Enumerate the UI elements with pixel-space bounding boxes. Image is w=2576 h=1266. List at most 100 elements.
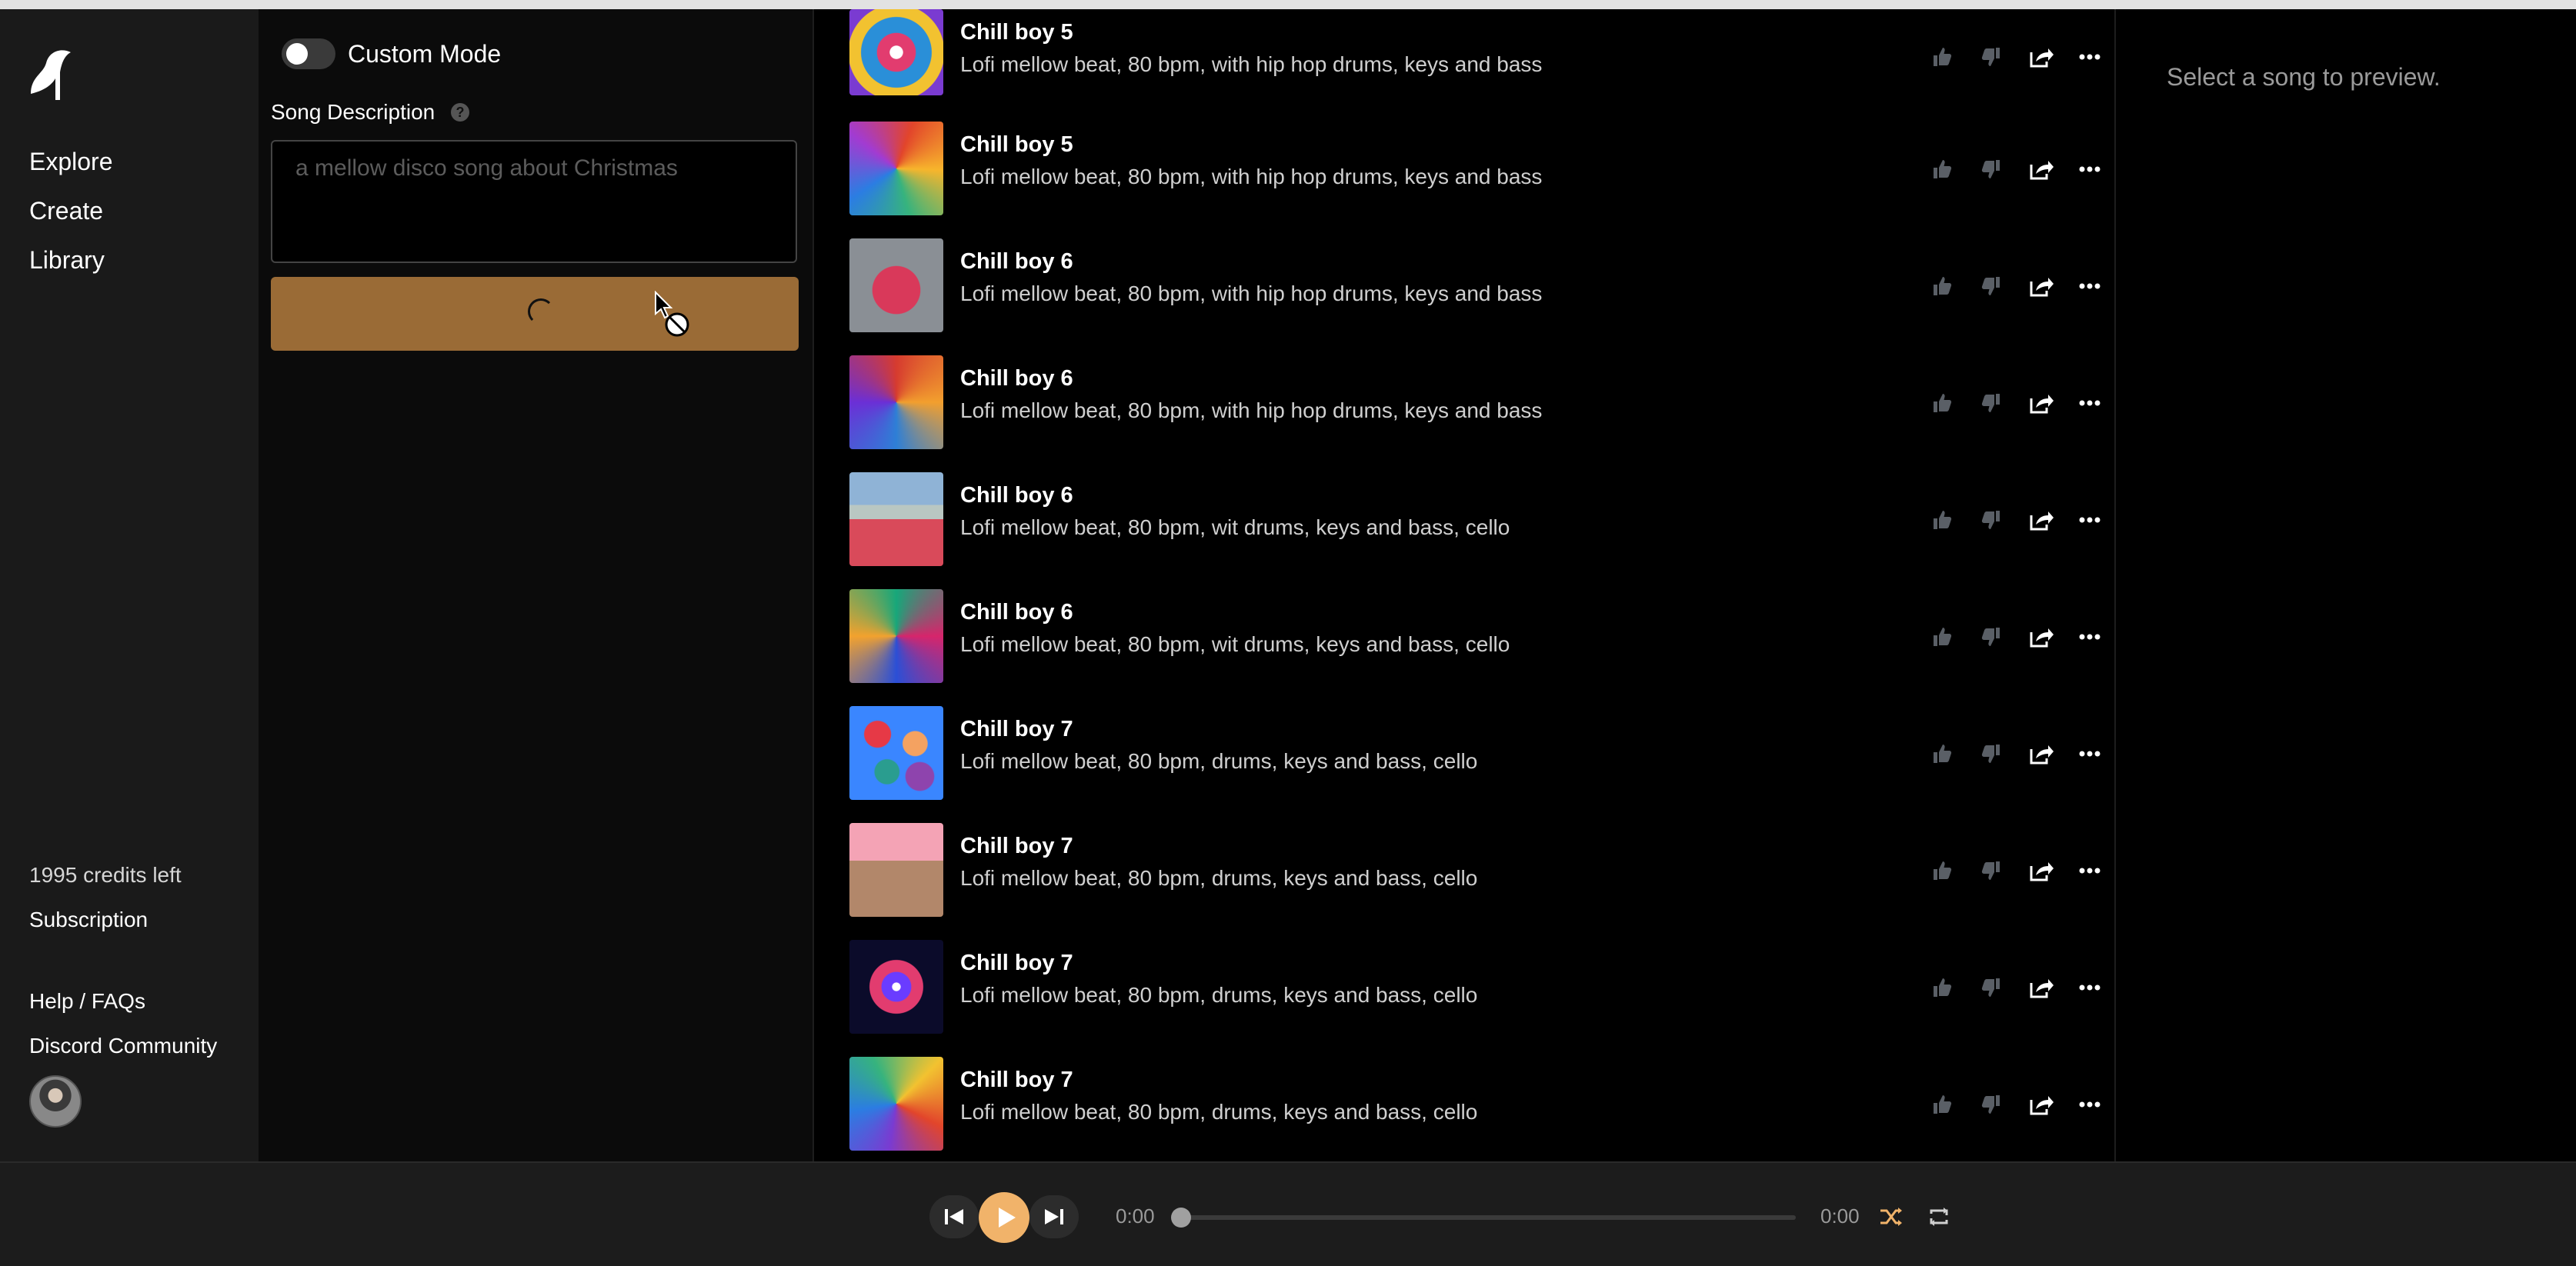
thumbs-down-icon[interactable] xyxy=(1976,855,2007,886)
song-row[interactable]: Chill boy 7 Lofi mellow beat, 80 bpm, dru… xyxy=(849,823,2101,940)
song-cover-image[interactable] xyxy=(849,472,943,566)
nav-create[interactable]: Create xyxy=(29,197,103,225)
thumbs-up-icon[interactable] xyxy=(1927,738,1957,769)
more-icon[interactable] xyxy=(2074,855,2105,886)
browser-top-bar xyxy=(0,0,2576,9)
song-title[interactable]: Chill boy 6 xyxy=(960,483,1073,508)
share-icon[interactable] xyxy=(2025,388,2056,418)
more-icon[interactable] xyxy=(2074,1089,2105,1120)
song-cover-image[interactable] xyxy=(849,940,943,1034)
share-icon[interactable] xyxy=(2025,42,2056,72)
song-cover-image[interactable] xyxy=(849,355,943,449)
song-row[interactable]: Chill boy 7 Lofi mellow beat, 80 bpm, dru… xyxy=(849,1057,2101,1161)
song-cover-image[interactable] xyxy=(849,823,943,917)
nav-library[interactable]: Library xyxy=(29,246,105,275)
song-title[interactable]: Chill boy 5 xyxy=(960,132,1073,158)
song-description: Lofi mellow beat, 80 bpm, with hip hop d… xyxy=(960,165,1543,188)
song-description-input[interactable] xyxy=(271,140,797,263)
help-icon[interactable]: ? xyxy=(451,103,469,122)
shuffle-icon[interactable] xyxy=(1877,1203,1905,1231)
share-icon[interactable] xyxy=(2025,1089,2056,1120)
song-row[interactable]: Chill boy 6 Lofi mellow beat, 80 bpm, wit… xyxy=(849,355,2101,472)
more-icon[interactable] xyxy=(2074,738,2105,769)
song-title[interactable]: Chill boy 7 xyxy=(960,834,1073,859)
progress-bar[interactable] xyxy=(1171,1208,1796,1228)
song-row[interactable]: Chill boy 7 Lofi mellow beat, 80 bpm, dru… xyxy=(849,706,2101,823)
repeat-icon[interactable] xyxy=(1925,1203,1953,1231)
custom-mode-toggle[interactable] xyxy=(282,38,335,69)
not-allowed-cursor-icon xyxy=(655,291,689,337)
song-title[interactable]: Chill boy 7 xyxy=(960,717,1073,742)
share-icon[interactable] xyxy=(2025,972,2056,1003)
song-cover-image[interactable] xyxy=(849,706,943,800)
thumbs-down-icon[interactable] xyxy=(1976,505,2007,535)
song-row[interactable]: Chill boy 6 Lofi mellow beat, 80 bpm, wit… xyxy=(849,238,2101,355)
share-icon[interactable] xyxy=(2025,738,2056,769)
thumbs-up-icon[interactable] xyxy=(1927,972,1957,1003)
song-row[interactable]: Chill boy 5 Lofi mellow beat, 80 bpm, wit… xyxy=(849,122,2101,238)
thumbs-down-icon[interactable] xyxy=(1976,154,2007,185)
more-icon[interactable] xyxy=(2074,388,2105,418)
thumbs-down-icon[interactable] xyxy=(1976,738,2007,769)
share-icon[interactable] xyxy=(2025,271,2056,302)
more-icon[interactable] xyxy=(2074,42,2105,72)
current-time: 0:00 xyxy=(1116,1204,1155,1228)
create-button[interactable] xyxy=(271,277,799,351)
custom-mode-label: Custom Mode xyxy=(348,40,502,68)
song-cover-image[interactable] xyxy=(849,122,943,215)
play-button[interactable] xyxy=(979,1192,1029,1243)
song-title[interactable]: Chill boy 6 xyxy=(960,600,1073,625)
thumbs-up-icon[interactable] xyxy=(1927,271,1957,302)
song-title[interactable]: Chill boy 6 xyxy=(960,366,1073,391)
song-description-label: Song Description xyxy=(271,100,435,124)
thumbs-up-icon[interactable] xyxy=(1927,621,1957,652)
more-icon[interactable] xyxy=(2074,154,2105,185)
thumbs-down-icon[interactable] xyxy=(1976,1089,2007,1120)
next-button[interactable] xyxy=(1029,1195,1079,1238)
song-row[interactable]: Chill boy 6 Lofi mellow beat, 80 bpm, wit… xyxy=(849,589,2101,706)
song-row[interactable]: Chill boy 5 Lofi mellow beat, 80 bpm, wit… xyxy=(849,9,2101,126)
share-icon[interactable] xyxy=(2025,154,2056,185)
thumbs-up-icon[interactable] xyxy=(1927,1089,1957,1120)
player-bar: 0:00 0:00 xyxy=(0,1161,2576,1266)
share-icon[interactable] xyxy=(2025,855,2056,886)
thumbs-down-icon[interactable] xyxy=(1976,972,2007,1003)
song-cover-image[interactable] xyxy=(849,238,943,332)
song-description: Lofi mellow beat, 80 bpm, wit drums, key… xyxy=(960,515,1510,539)
song-title[interactable]: Chill boy 5 xyxy=(960,20,1073,45)
thumbs-down-icon[interactable] xyxy=(1976,621,2007,652)
nav-discord-community[interactable]: Discord Community xyxy=(29,1034,217,1058)
more-icon[interactable] xyxy=(2074,972,2105,1003)
progress-handle[interactable] xyxy=(1171,1208,1191,1228)
nav-subscription[interactable]: Subscription xyxy=(29,908,148,932)
play-icon xyxy=(999,1208,1016,1228)
song-cover-image[interactable] xyxy=(849,1057,943,1151)
more-icon[interactable] xyxy=(2074,505,2105,535)
song-cover-image[interactable] xyxy=(849,589,943,683)
nav-explore[interactable]: Explore xyxy=(29,148,113,176)
thumbs-up-icon[interactable] xyxy=(1927,388,1957,418)
song-title[interactable]: Chill boy 7 xyxy=(960,951,1073,976)
share-icon[interactable] xyxy=(2025,505,2056,535)
share-icon[interactable] xyxy=(2025,621,2056,652)
thumbs-up-icon[interactable] xyxy=(1927,154,1957,185)
toggle-knob xyxy=(286,43,308,65)
song-description: Lofi mellow beat, 80 bpm, drums, keys an… xyxy=(960,1100,1478,1124)
thumbs-up-icon[interactable] xyxy=(1927,505,1957,535)
song-cover-image[interactable] xyxy=(849,9,943,95)
song-row[interactable]: Chill boy 6 Lofi mellow beat, 80 bpm, wit… xyxy=(849,472,2101,589)
nav-help-faqs[interactable]: Help / FAQs xyxy=(29,989,145,1014)
song-title[interactable]: Chill boy 7 xyxy=(960,1068,1073,1093)
thumbs-down-icon[interactable] xyxy=(1976,42,2007,72)
thumbs-down-icon[interactable] xyxy=(1976,271,2007,302)
song-row[interactable]: Chill boy 7 Lofi mellow beat, 80 bpm, dru… xyxy=(849,940,2101,1057)
song-title[interactable]: Chill boy 6 xyxy=(960,249,1073,275)
app-logo-icon[interactable] xyxy=(26,43,78,105)
more-icon[interactable] xyxy=(2074,621,2105,652)
more-icon[interactable] xyxy=(2074,271,2105,302)
user-avatar[interactable] xyxy=(29,1075,82,1128)
thumbs-up-icon[interactable] xyxy=(1927,855,1957,886)
thumbs-down-icon[interactable] xyxy=(1976,388,2007,418)
previous-button[interactable] xyxy=(929,1195,979,1238)
thumbs-up-icon[interactable] xyxy=(1927,42,1957,72)
